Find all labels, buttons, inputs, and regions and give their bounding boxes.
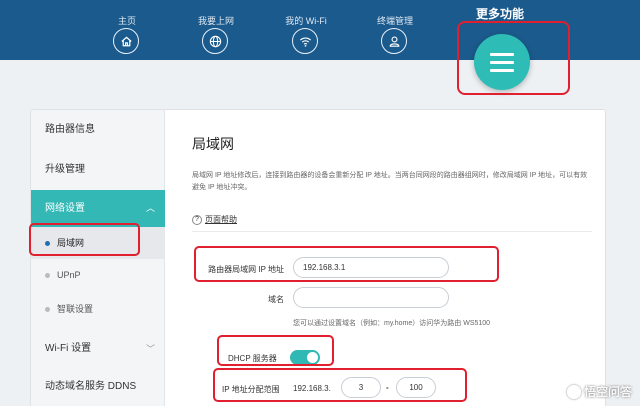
- watermark-logo-icon: [566, 384, 581, 399]
- sidebar-subitem-label: 局域网: [57, 238, 85, 248]
- nav-label: 终端管理: [376, 16, 413, 26]
- bullet-icon: [45, 307, 50, 313]
- ip-range-start-value: 3: [358, 383, 364, 392]
- sidebar-item-label: 动态域名服务 DDNS: [45, 381, 137, 392]
- page-description: 局域网 IP 地址修改后，连接到路由器的设备会重新分配 IP 地址。当两台同网段…: [192, 172, 588, 191]
- lan-ip-label: 路由器局域网 IP 地址: [208, 265, 284, 274]
- menu-icon[interactable]: [474, 34, 530, 90]
- sidebar-item-label: 路由器信息: [45, 124, 95, 135]
- domain-label: 域名: [268, 295, 284, 304]
- user-icon: [381, 28, 407, 54]
- domain-hint: 您可以通过设置域名（例如：my.home）访问华为路由 WS5100: [293, 320, 491, 327]
- sidebar-item-network[interactable]: 网络设置 ︿: [31, 190, 165, 227]
- top-navigation-bar: 主页 我要上网 我的 Wi-Fi 终端管理 更多功能: [0, 0, 640, 60]
- sidebar-item-label: 升级管理: [45, 164, 85, 175]
- ip-range-end-input[interactable]: 100: [396, 377, 436, 398]
- sidebar-item-router-info[interactable]: 路由器信息: [31, 110, 165, 150]
- sidebar-item-label: 网络设置: [45, 203, 85, 214]
- ip-range-end-value: 100: [409, 383, 423, 392]
- sidebar-item-ddns[interactable]: 动态域名服务 DDNS: [31, 368, 165, 406]
- watermark-text: 悟空问答: [583, 385, 632, 399]
- nav-label: 我要上网: [197, 16, 234, 26]
- domain-input[interactable]: [293, 287, 449, 308]
- chevron-up-icon: ︿: [145, 203, 155, 213]
- nav-label: 我的 Wi-Fi: [285, 16, 327, 26]
- ip-range-start-input[interactable]: 3: [341, 377, 381, 398]
- sidebar-subitem-smart[interactable]: 智联设置: [31, 292, 165, 326]
- sidebar-subitem-label: UPnP: [57, 270, 81, 280]
- sidebar-subitem-upnp[interactable]: UPnP: [31, 259, 165, 292]
- dhcp-toggle[interactable]: [290, 350, 320, 365]
- sidebar-item-wifi-settings[interactable]: Wi-Fi 设置 ﹀: [31, 330, 165, 368]
- nav-label: 主页: [117, 16, 136, 26]
- help-link-label: 页面帮助: [205, 215, 237, 224]
- sidebar-subitem-label: 智联设置: [57, 304, 94, 314]
- more-features-label: 更多功能: [475, 7, 524, 21]
- ip-range-label: IP 地址分配范围: [222, 385, 280, 394]
- wifi-icon: [292, 28, 318, 54]
- sidebar-item-label: Wi-Fi 设置: [45, 343, 92, 354]
- help-link[interactable]: ? 页面帮助: [192, 214, 237, 225]
- lan-ip-value: 192.168.3.1: [303, 263, 346, 272]
- settings-card: 路由器信息 升级管理 网络设置 ︿ 局域网 UPnP 智联设置 Wi-Fi 设置…: [30, 109, 606, 406]
- lan-ip-input[interactable]: 192.168.3.1: [293, 257, 449, 278]
- question-icon: ?: [192, 214, 202, 225]
- bullet-icon: [45, 273, 50, 279]
- toggle-knob: [307, 352, 318, 363]
- page-title: 局域网: [192, 136, 234, 152]
- ip-range-prefix: 192.168.3.: [293, 384, 331, 393]
- main-content: 局域网 局域网 IP 地址修改后，连接到路由器的设备会重新分配 IP 地址。当两…: [166, 110, 605, 406]
- globe-icon: [202, 28, 228, 54]
- chevron-down-icon: ﹀: [145, 344, 155, 354]
- sidebar: 路由器信息 升级管理 网络设置 ︿ 局域网 UPnP 智联设置 Wi-Fi 设置…: [31, 110, 165, 406]
- bullet-icon: [45, 241, 50, 247]
- sidebar-subitem-lan[interactable]: 局域网: [31, 227, 165, 259]
- divider: [192, 231, 592, 232]
- dhcp-label: DHCP 服务器: [228, 354, 277, 363]
- sidebar-item-upgrade[interactable]: 升级管理: [31, 150, 165, 190]
- home-icon: [113, 28, 139, 54]
- watermark: 悟空问答: [566, 383, 632, 400]
- ip-range-separator: -: [386, 383, 389, 392]
